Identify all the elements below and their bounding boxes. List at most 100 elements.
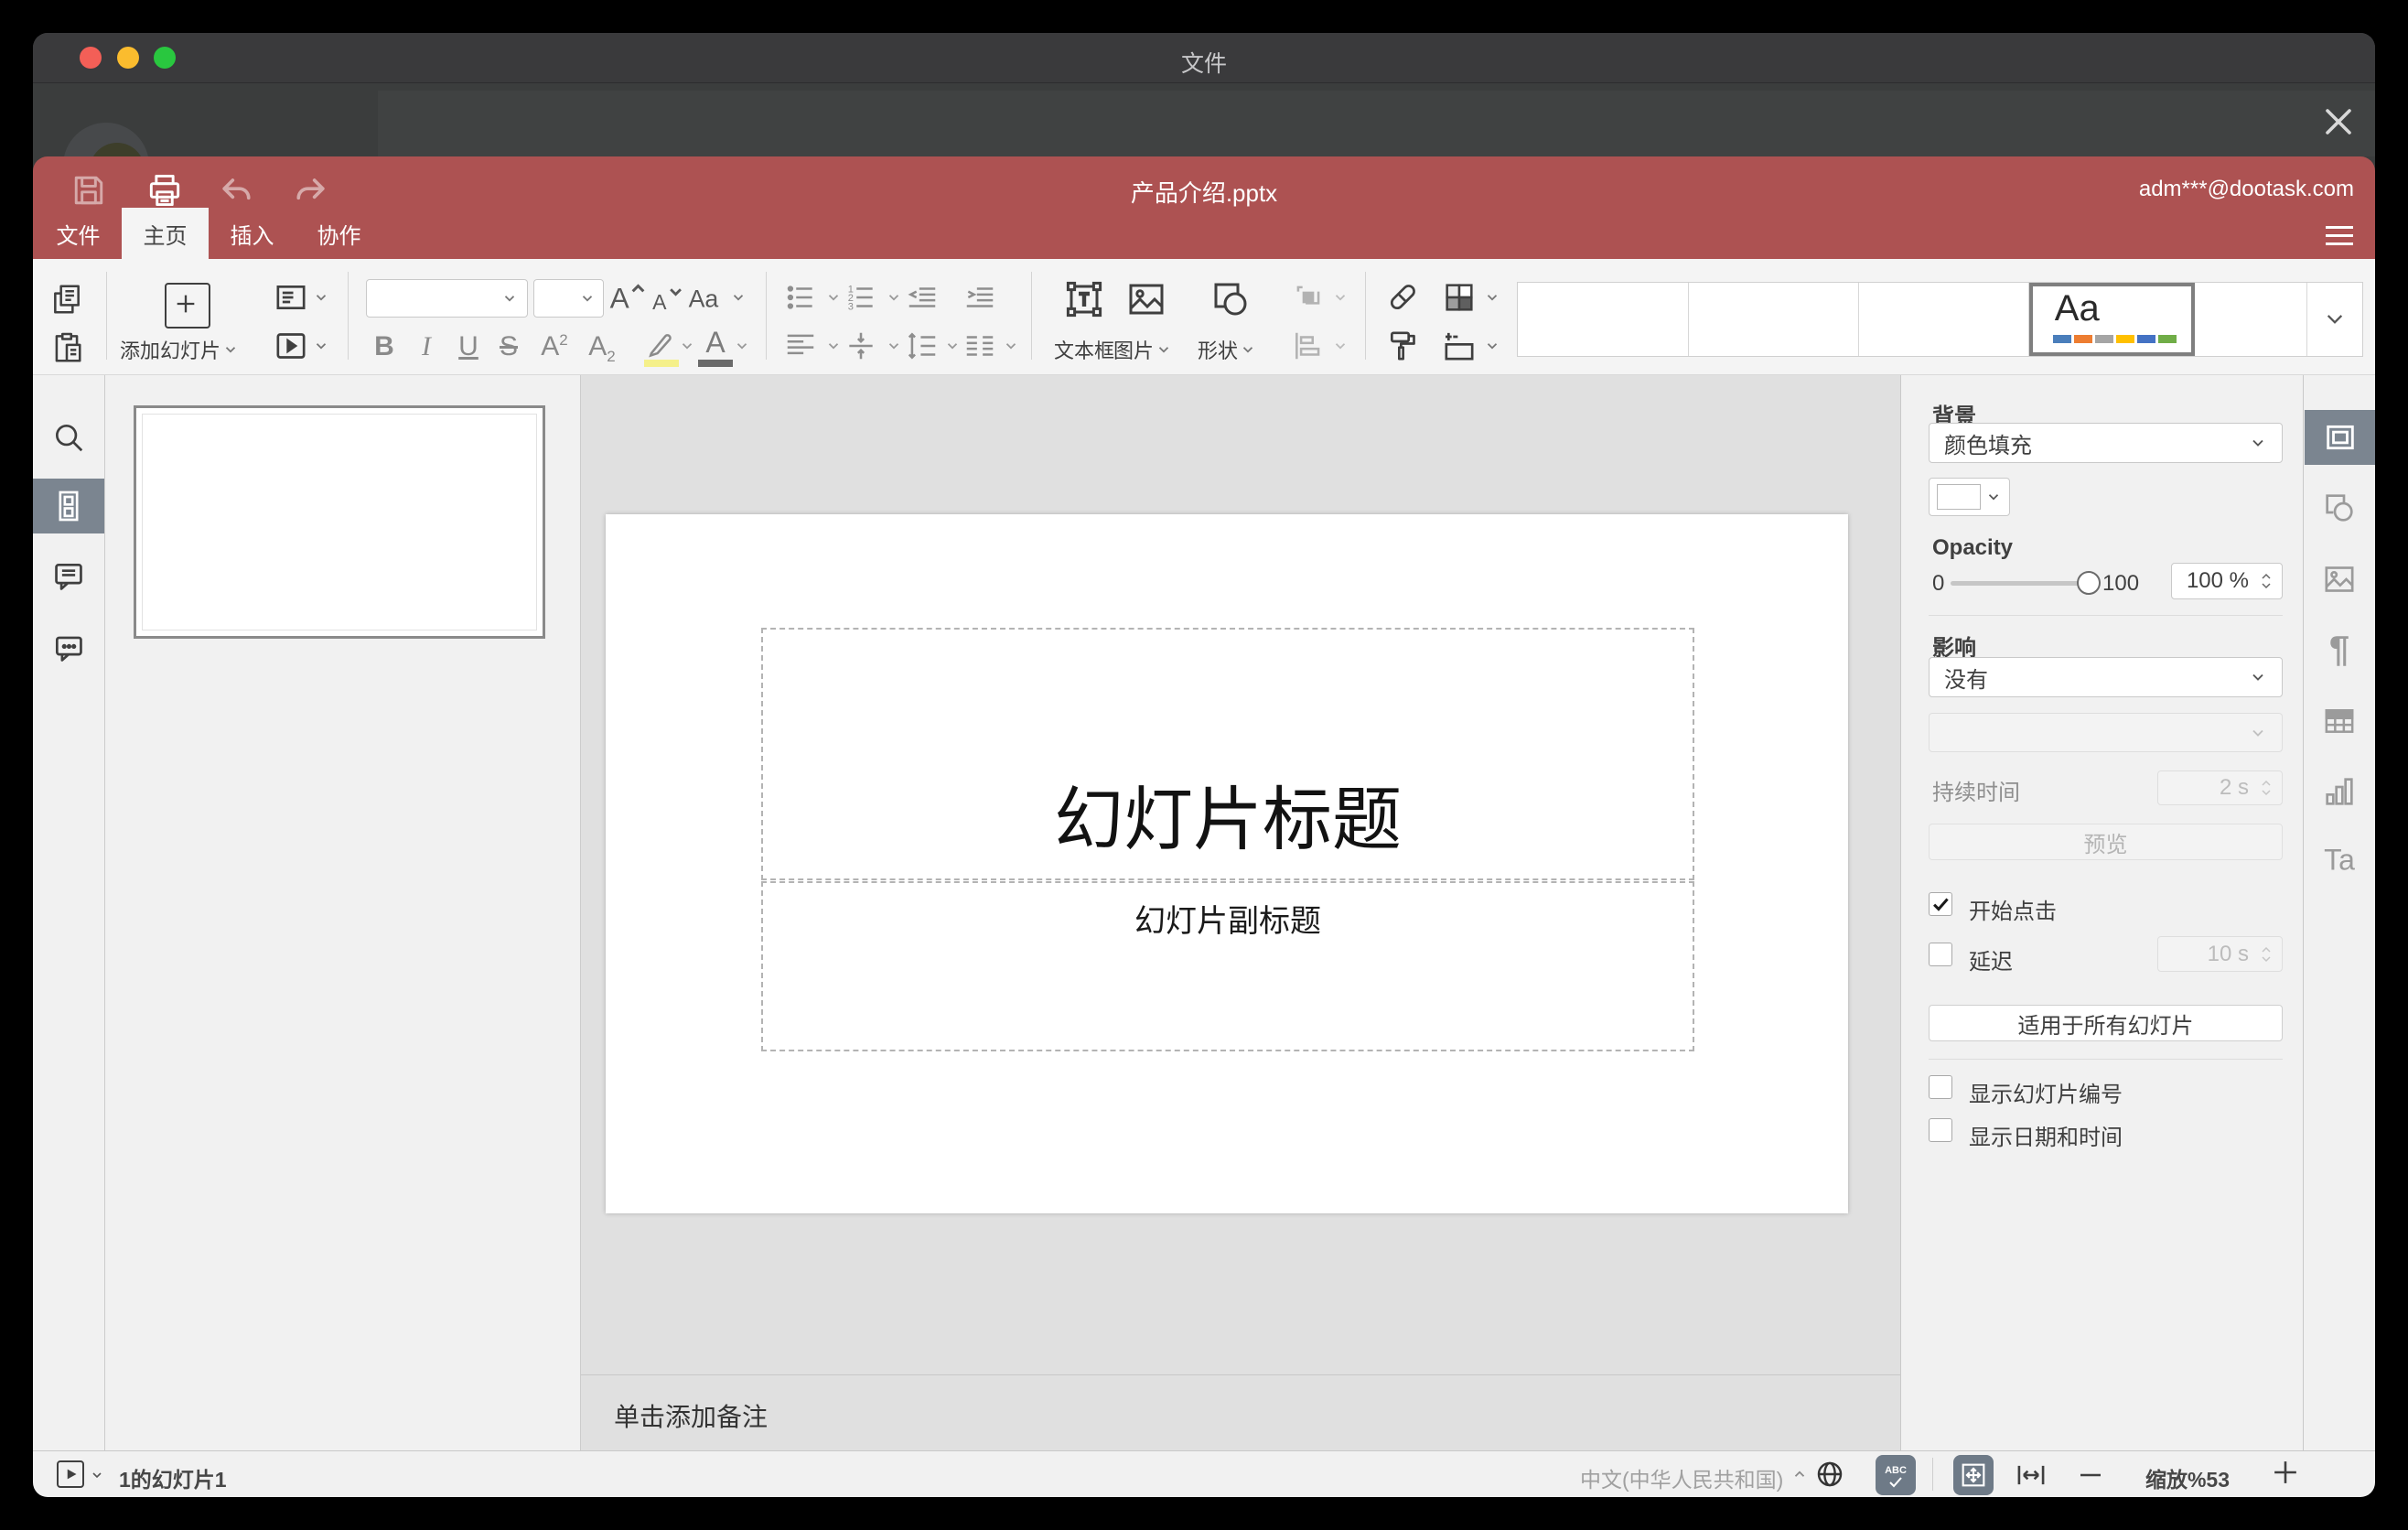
- image-icon[interactable]: [1124, 277, 1168, 321]
- hamburger-menu-icon[interactable]: [2326, 226, 2353, 245]
- show-slide-number-checkbox[interactable]: [1929, 1075, 1952, 1099]
- vertical-align-icon[interactable]: [844, 329, 878, 363]
- horizontal-align-icon[interactable]: [783, 329, 818, 363]
- underline-button[interactable]: U: [458, 331, 478, 362]
- line-spacing-icon[interactable]: [905, 329, 940, 363]
- language-caret-icon[interactable]: [1791, 1466, 1808, 1482]
- textbox-button[interactable]: 文本框: [1054, 335, 1114, 364]
- delay-input[interactable]: 10 s: [2157, 936, 2283, 972]
- font-color-button[interactable]: A: [697, 327, 734, 369]
- background-color-swatch[interactable]: [1929, 478, 2010, 516]
- image-button[interactable]: 图片: [1113, 335, 1172, 364]
- columns-chevron-icon[interactable]: [1003, 338, 1019, 354]
- numbered-list-icon[interactable]: 123: [844, 280, 878, 315]
- apply-all-button[interactable]: 适用于所有幻灯片: [1929, 1005, 2283, 1041]
- tab-file[interactable]: 文件: [35, 208, 122, 259]
- theme-option[interactable]: [1859, 283, 2029, 356]
- start-slideshow-status-icon[interactable]: [57, 1460, 84, 1488]
- font-size-combo[interactable]: [533, 279, 604, 318]
- opacity-slider-track[interactable]: [1951, 581, 2084, 586]
- language-selector[interactable]: 中文(中华人民共和国): [1580, 1462, 1783, 1493]
- slide-layout-chevron-icon[interactable]: [313, 289, 329, 306]
- paste-icon[interactable]: [49, 330, 84, 365]
- fit-slide-button[interactable]: [1953, 1455, 1994, 1495]
- start-on-click-checkbox[interactable]: [1929, 892, 1952, 916]
- slide-size-icon[interactable]: [1441, 328, 1478, 364]
- increase-font-icon[interactable]: A: [607, 279, 647, 316]
- vertical-align-chevron-icon[interactable]: [886, 338, 902, 354]
- slide-thumbnail[interactable]: [134, 405, 545, 639]
- numbered-list-chevron-icon[interactable]: [886, 289, 902, 306]
- italic-button[interactable]: I: [422, 331, 431, 362]
- close-icon[interactable]: [2317, 100, 2360, 144]
- theme-option[interactable]: [1518, 283, 1689, 356]
- bullet-list-icon[interactable]: [783, 280, 818, 315]
- font-color-chevron-icon[interactable]: [734, 338, 750, 354]
- search-icon[interactable]: [51, 420, 86, 455]
- fit-width-button[interactable]: [2015, 1460, 2048, 1490]
- paragraph-settings-icon[interactable]: ¶: [2329, 630, 2349, 671]
- columns-icon[interactable]: [962, 329, 997, 363]
- textart-settings-icon[interactable]: Ta: [2324, 844, 2355, 878]
- increase-indent-icon[interactable]: [962, 280, 997, 315]
- tab-collaboration[interactable]: 协作: [296, 208, 382, 259]
- bold-button[interactable]: B: [374, 331, 394, 362]
- opacity-slider-knob[interactable]: [2077, 571, 2101, 595]
- theme-option[interactable]: [1688, 283, 1860, 356]
- shape-icon[interactable]: [1209, 277, 1252, 321]
- change-case-chevron-icon[interactable]: [730, 289, 747, 306]
- highlight-color-button[interactable]: [642, 329, 683, 369]
- arrange-chevron-icon[interactable]: [1332, 289, 1349, 306]
- horizontal-align-chevron-icon[interactable]: [825, 338, 842, 354]
- shape-settings-icon[interactable]: [2321, 490, 2358, 526]
- background-fill-select[interactable]: 颜色填充: [1929, 423, 2283, 463]
- add-slide-icon[interactable]: [165, 283, 210, 329]
- textbox-icon[interactable]: [1062, 277, 1106, 321]
- change-case-icon[interactable]: Aa: [687, 280, 727, 317]
- chat-icon[interactable]: [51, 630, 86, 665]
- decrease-font-icon[interactable]: A: [647, 281, 683, 318]
- preview-button[interactable]: 预览: [1929, 824, 2283, 860]
- tab-insert[interactable]: 插入: [209, 208, 296, 259]
- document-language-globe-icon[interactable]: [1814, 1459, 1845, 1490]
- color-scheme-chevron-icon[interactable]: [1484, 289, 1500, 306]
- decrease-indent-icon[interactable]: [905, 280, 940, 315]
- theme-option[interactable]: [2195, 283, 2308, 356]
- shape-button[interactable]: 形状: [1198, 335, 1256, 364]
- show-date-checkbox[interactable]: [1929, 1118, 1952, 1142]
- zoom-in-button[interactable]: [2273, 1460, 2298, 1485]
- tab-home[interactable]: 主页: [122, 208, 209, 259]
- sidebar-item-slides-active[interactable]: [33, 479, 104, 533]
- highlight-chevron-icon[interactable]: [679, 338, 695, 354]
- effect-type-select-disabled[interactable]: [1929, 713, 2283, 752]
- theme-option-selected[interactable]: Aa: [2028, 283, 2196, 356]
- notes-area[interactable]: 单击添加备注: [581, 1374, 1900, 1450]
- theme-gallery-expand[interactable]: [2307, 283, 2363, 356]
- add-slide-button[interactable]: 添加幻灯片: [120, 335, 239, 364]
- line-spacing-chevron-icon[interactable]: [944, 338, 961, 354]
- image-settings-icon[interactable]: [2321, 561, 2358, 598]
- paint-roller-icon[interactable]: [1384, 328, 1421, 364]
- effect-select[interactable]: 没有: [1929, 657, 2283, 697]
- chart-settings-icon[interactable]: [2321, 773, 2358, 810]
- zoom-out-button[interactable]: [2079, 1471, 2102, 1479]
- delay-checkbox[interactable]: [1929, 943, 1952, 966]
- strikethrough-button[interactable]: S: [500, 331, 518, 362]
- duration-input[interactable]: 2 s: [2157, 770, 2283, 805]
- zoom-value[interactable]: 缩放%53: [2128, 1462, 2247, 1493]
- comments-icon[interactable]: [51, 559, 86, 594]
- slide-subtitle-placeholder[interactable]: 幻灯片副标题: [761, 881, 1694, 1051]
- spellcheck-button[interactable]: ABC: [1876, 1455, 1916, 1495]
- font-name-combo[interactable]: [366, 279, 528, 318]
- copy-icon[interactable]: [49, 282, 84, 317]
- start-slideshow-icon[interactable]: [273, 328, 309, 364]
- superscript-button[interactable]: A2: [541, 331, 567, 362]
- color-scheme-icon[interactable]: [1441, 279, 1478, 316]
- slide-layout-icon[interactable]: [273, 279, 309, 316]
- slide-title-placeholder[interactable]: 幻灯片标题: [761, 628, 1694, 880]
- align-objects-icon[interactable]: [1291, 329, 1326, 363]
- align-objects-chevron-icon[interactable]: [1332, 338, 1349, 354]
- opacity-input[interactable]: 100 %: [2171, 563, 2283, 599]
- start-slideshow-chevron-icon[interactable]: [313, 338, 329, 354]
- bullet-list-chevron-icon[interactable]: [825, 289, 842, 306]
